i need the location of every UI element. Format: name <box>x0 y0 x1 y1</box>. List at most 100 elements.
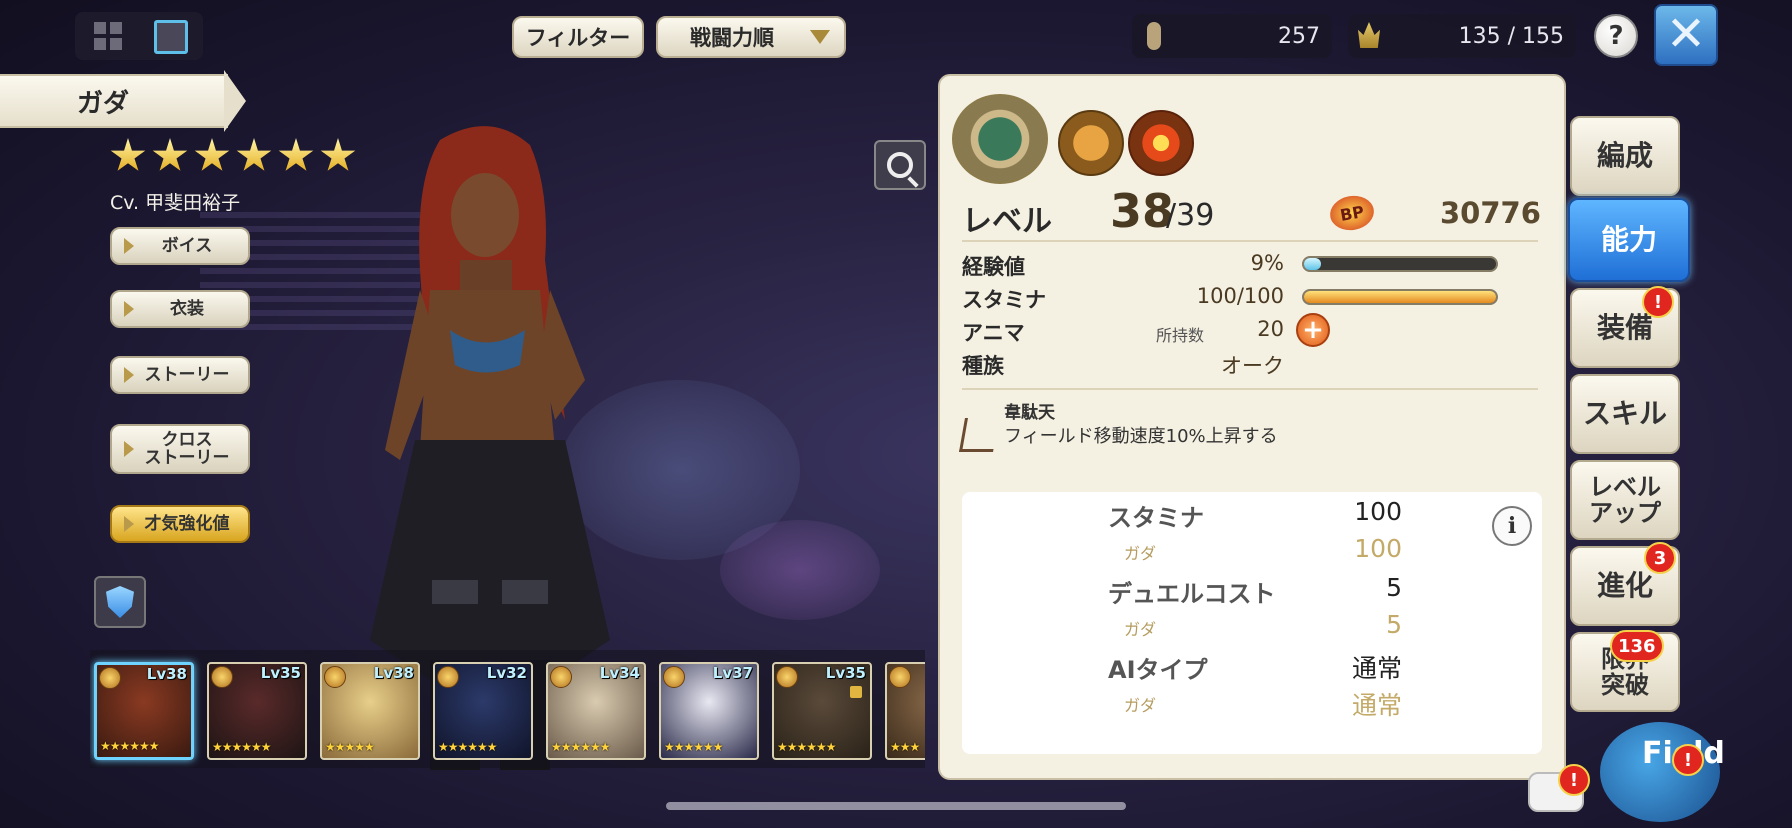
unit-figure-icon <box>1147 22 1161 50</box>
filter-button[interactable]: フィルター <box>512 16 644 58</box>
tab-formation[interactable]: 編成 <box>1570 116 1680 196</box>
star-icon <box>320 138 356 171</box>
stat-ai-type-label: AIタイプ <box>1108 656 1208 684</box>
tab-skill[interactable]: スキル <box>1570 374 1680 454</box>
equipment-alert-badge: ! <box>1642 286 1674 318</box>
element-icon <box>889 666 911 688</box>
roster-card-level: Lv38 <box>373 664 414 682</box>
single-view-icon[interactable] <box>154 20 188 54</box>
star-icon <box>152 138 188 171</box>
chevron-down-icon <box>810 30 830 44</box>
exp-bar <box>1302 256 1498 272</box>
roster-card[interactable]: Lv32 ★★★★★★ <box>433 662 533 760</box>
unit-count-value: 257 <box>1278 23 1320 49</box>
voice-button[interactable]: ボイス <box>110 227 250 265</box>
cross-story-button[interactable]: クロス ストーリー <box>110 424 250 474</box>
help-button[interactable]: ? <box>1594 14 1638 58</box>
stat-ai-type-value: 通常 <box>1351 654 1402 683</box>
shield-button[interactable] <box>94 576 146 628</box>
evolve-count-badge: 3 <box>1644 542 1676 574</box>
stat-stamina-value: 100 <box>1354 497 1402 526</box>
roster-card[interactable]: Lv38 ★★★★★★ <box>94 662 194 760</box>
grid-view-icon[interactable] <box>94 22 122 50</box>
roster-card-stars: ★★★★★★ <box>212 740 272 754</box>
character-name: ガダ <box>0 74 228 128</box>
costume-button[interactable]: 衣装 <box>110 290 250 328</box>
element-icon <box>550 666 572 688</box>
roster-card-level: Lv32 <box>486 664 527 682</box>
story-button[interactable]: ストーリー <box>110 356 250 394</box>
roster-card-stars: ★★★★★★ <box>551 740 611 754</box>
race-label: 種族 <box>962 354 1004 378</box>
info-button[interactable]: i <box>1492 506 1532 546</box>
roster-card[interactable]: Lv38 ★★★★★ <box>320 662 420 760</box>
add-anima-button[interactable]: + <box>1296 313 1330 347</box>
exp-value: 9% <box>1250 251 1284 275</box>
play-arrow-icon <box>124 238 134 254</box>
level-current: 38 <box>1110 184 1175 238</box>
roster-card[interactable]: ★★★ <box>885 662 925 760</box>
stats-box <box>962 492 1542 754</box>
stat-duel-cost-sub-value: 5 <box>1386 610 1402 639</box>
stat-duel-cost-sub-label: ガダ <box>1124 620 1157 639</box>
stamina-bar-fill <box>1304 291 1496 303</box>
tab-ability[interactable]: 能力 <box>1568 198 1690 282</box>
anima-value: 20 <box>1257 317 1284 341</box>
background-glow <box>720 520 880 620</box>
character-roster[interactable]: Lv38 ★★★★★★ Lv35 ★★★★★★ Lv38 ★★★★★ Lv32 ★★★★★★ L… <box>90 650 925 768</box>
sort-dropdown[interactable]: 戦闘力順 <box>656 16 846 58</box>
talent-button[interactable]: 才気強化値 <box>110 505 250 543</box>
stat-duel-cost-label: デュエルコスト <box>1108 580 1276 608</box>
voice-actor: Cv. 甲斐田裕子 <box>110 192 241 214</box>
exp-bar-fill <box>1304 258 1322 270</box>
play-arrow-icon <box>124 301 134 317</box>
home-indicator[interactable] <box>666 802 1126 810</box>
rarity-stars <box>110 138 356 174</box>
trait-name: 韋駄天 <box>1004 403 1055 423</box>
close-button[interactable]: ✕ <box>1654 4 1718 66</box>
roster-card[interactable]: Lv34 ★★★★★★ <box>546 662 646 760</box>
magnifier-icon <box>887 152 913 178</box>
bp-value: 30776 <box>1440 196 1541 230</box>
stamina-label: スタミナ <box>962 288 1046 312</box>
roster-card-stars: ★★★ <box>890 740 920 754</box>
roster-card-stars: ★★★★★ <box>325 740 375 754</box>
exp-label: 経験値 <box>962 255 1025 279</box>
element-icon <box>99 667 121 689</box>
star-icon <box>278 138 314 171</box>
bow-class-icon <box>952 94 1048 184</box>
roster-card[interactable]: Lv35 ★★★★★★ <box>772 662 872 760</box>
name-banner-tail <box>224 70 246 132</box>
story-label: ストーリー <box>144 365 230 385</box>
level-max: /39 <box>1166 198 1215 233</box>
talent-label: 才気強化値 <box>144 514 230 534</box>
chat-alert-badge: ! <box>1558 764 1590 796</box>
roster-card[interactable]: Lv37 ★★★★★★ <box>659 662 759 760</box>
star-icon <box>110 138 146 171</box>
flag-trait-icon <box>959 418 999 452</box>
divider <box>962 240 1538 242</box>
cross-story-label: クロス ストーリー <box>144 430 230 468</box>
boot-skill-icon <box>1058 110 1124 176</box>
star-icon <box>194 138 230 171</box>
zoom-button[interactable] <box>874 140 926 190</box>
stat-stamina-label: スタミナ <box>1108 504 1204 532</box>
tab-levelup[interactable]: レベル アップ <box>1570 460 1680 540</box>
play-arrow-icon <box>124 516 134 532</box>
voice-label: ボイス <box>161 236 213 256</box>
roster-card-level: Lv34 <box>599 664 640 682</box>
stat-duel-cost-value: 5 <box>1386 573 1402 602</box>
divider <box>962 388 1538 390</box>
play-arrow-icon <box>124 441 134 457</box>
lock-icon <box>850 686 862 698</box>
roster-card-stars: ★★★★★★ <box>777 740 837 754</box>
star-icon <box>236 138 272 171</box>
capacity-count: 135 / 155 <box>1348 14 1576 58</box>
stat-stamina-sub-label: ガダ <box>1124 544 1157 563</box>
race-value: オーク <box>1221 354 1284 378</box>
limit-break-count-badge: 136 <box>1610 630 1664 662</box>
element-icon <box>776 666 798 688</box>
roster-card[interactable]: Lv35 ★★★★★★ <box>207 662 307 760</box>
roster-card-level: Lv38 <box>146 665 187 683</box>
roster-card-level: Lv35 <box>825 664 866 682</box>
